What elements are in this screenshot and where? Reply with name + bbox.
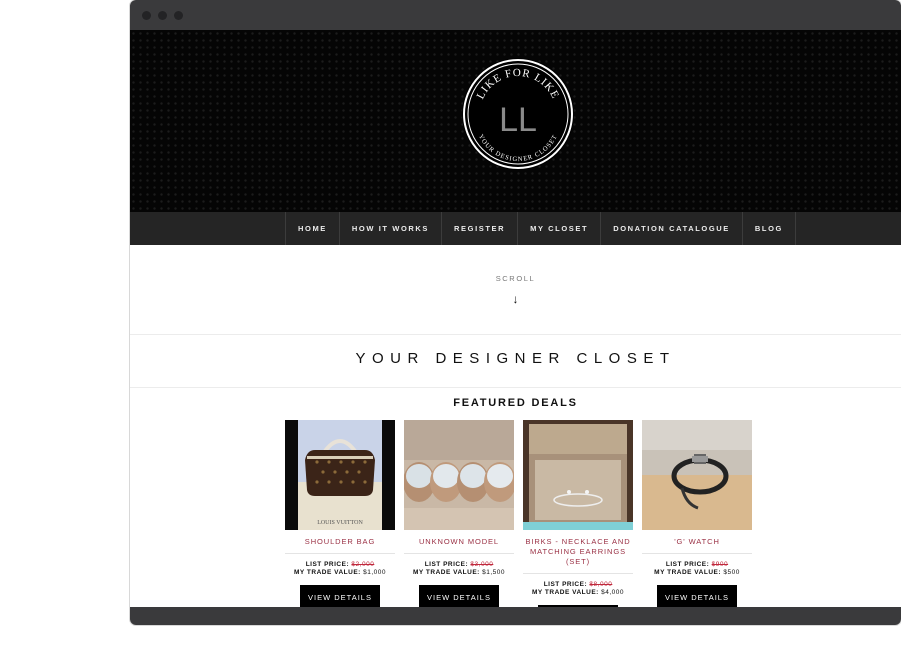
featured-deals-title: FEATURED DEALS	[453, 397, 578, 409]
browser-window: LIKE FOR LIKE YOUR DESIGNER CLOSET LL HO…	[130, 0, 901, 625]
nav-list: HOME HOW IT WORKS REGISTER MY CLOSET DON…	[285, 212, 796, 245]
trade-value-label: MY TRADE VALUE:	[531, 589, 599, 596]
trade-value: $1,000	[363, 569, 387, 576]
divider	[642, 553, 752, 554]
list-price-value: $900	[711, 561, 729, 568]
divider	[285, 553, 395, 554]
list-price-value: $8,000	[589, 581, 613, 588]
deal-image-bag[interactable]: LOUIS VUITTON	[285, 420, 395, 530]
list-price-label: LIST PRICE:	[665, 561, 710, 568]
deal-card: LOUIS VUITTON SHOULDER BAG LIST PRICE: $…	[285, 420, 395, 610]
main-nav: HOME HOW IT WORKS REGISTER MY CLOSET DON…	[130, 212, 901, 245]
list-price-value: $3,000	[470, 561, 494, 568]
deal-image-watch[interactable]	[642, 420, 752, 530]
deal-card: 'G' WATCH LIST PRICE: $900 MY TRADE VALU…	[642, 420, 752, 610]
list-price-label: LIST PRICE:	[424, 561, 469, 568]
logo-top-text: LIKE FOR LIKE	[475, 67, 562, 101]
site-logo[interactable]: LIKE FOR LIKE YOUR DESIGNER CLOSET LL	[462, 58, 574, 170]
deal-image-model[interactable]	[404, 420, 514, 530]
deal-prices: LIST PRICE: $8,000 MY TRADE VALUE: $4,00…	[523, 581, 633, 597]
divider	[130, 387, 901, 388]
deal-prices: LIST PRICE: $2,000 MY TRADE VALUE: $1,00…	[285, 561, 395, 577]
nav-item-register[interactable]: REGISTER	[442, 212, 519, 245]
window-titlebar	[130, 0, 901, 30]
deal-prices: LIST PRICE: $900 MY TRADE VALUE: $500	[642, 561, 752, 577]
deal-image-caption: LOUIS VUITTON	[317, 520, 363, 526]
scroll-down-icon[interactable]: ↓	[130, 292, 901, 306]
divider	[130, 334, 901, 335]
trade-value-label: MY TRADE VALUE:	[293, 569, 361, 576]
deal-title[interactable]: BIRKS - NECKLACE AND MATCHING EARRINGS (…	[523, 537, 633, 567]
scroll-label[interactable]: SCROLL	[130, 274, 901, 283]
page-headline: YOUR DESIGNER CLOSET	[355, 350, 676, 367]
logo-monogram: LL	[499, 101, 537, 139]
deal-title[interactable]: UNKNOWN MODEL	[404, 537, 514, 547]
maximize-window-button[interactable]	[174, 11, 183, 20]
deal-prices: LIST PRICE: $3,000 MY TRADE VALUE: $1,50…	[404, 561, 514, 577]
trade-value-label: MY TRADE VALUE:	[654, 569, 722, 576]
nav-item-home[interactable]: HOME	[286, 212, 340, 245]
minimize-window-button[interactable]	[158, 11, 167, 20]
deal-title[interactable]: 'G' WATCH	[642, 537, 752, 547]
window-footer-bar	[130, 607, 901, 625]
list-price-value: $2,000	[351, 561, 375, 568]
nav-item-donation-catalogue[interactable]: DONATION CATALOGUE	[601, 212, 743, 245]
divider	[404, 553, 514, 554]
trade-value: $1,500	[482, 569, 506, 576]
deal-title[interactable]: SHOULDER BAG	[285, 537, 395, 547]
trade-value-label: MY TRADE VALUE:	[412, 569, 480, 576]
nav-item-blog[interactable]: BLOG	[743, 212, 796, 245]
divider	[523, 573, 633, 574]
deal-card: UNKNOWN MODEL LIST PRICE: $3,000 MY TRAD…	[404, 420, 514, 610]
deal-card: BIRKS - NECKLACE AND MATCHING EARRINGS (…	[523, 420, 633, 625]
list-price-label: LIST PRICE:	[543, 581, 588, 588]
trade-value: $500	[723, 569, 740, 576]
close-window-button[interactable]	[142, 11, 151, 20]
trade-value: $4,000	[601, 589, 625, 596]
nav-item-how-it-works[interactable]: HOW IT WORKS	[340, 212, 443, 245]
hero-banner: LIKE FOR LIKE YOUR DESIGNER CLOSET LL	[130, 30, 901, 212]
nav-item-my-closet[interactable]: MY CLOSET	[518, 212, 602, 245]
deal-image-jewelry[interactable]	[523, 420, 633, 530]
list-price-label: LIST PRICE:	[305, 561, 350, 568]
